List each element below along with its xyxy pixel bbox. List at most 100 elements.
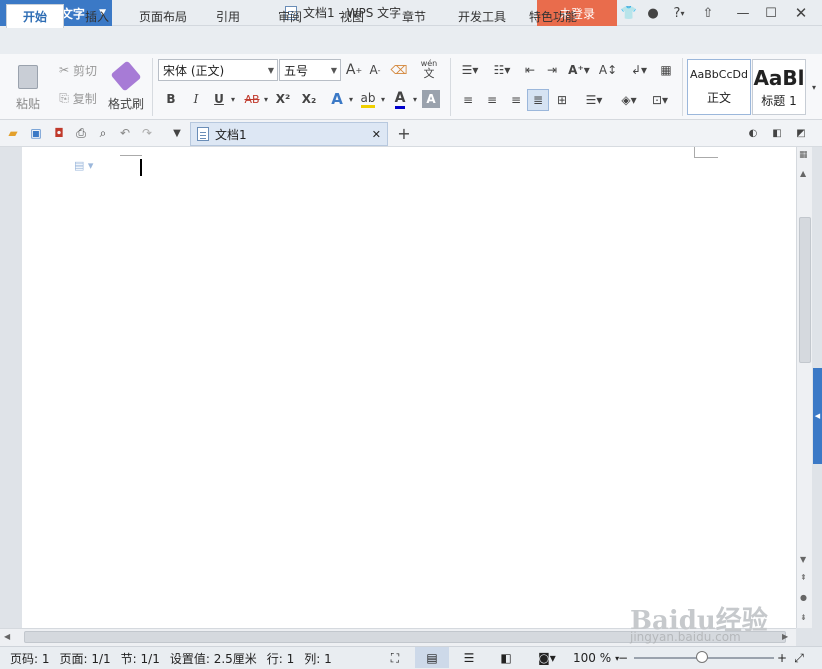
phonetic-guide-button[interactable]: wén 文 xyxy=(414,56,444,82)
align-right-icon[interactable]: ≡ xyxy=(506,90,526,110)
tab-view[interactable]: 视图 xyxy=(330,4,374,28)
paste-button[interactable]: 粘贴 xyxy=(10,60,46,116)
paragraph-spacing-icon[interactable]: ☰▾ xyxy=(580,90,608,110)
text-effect-icon[interactable]: A xyxy=(328,88,346,110)
tab-references[interactable]: 引用 xyxy=(206,4,250,28)
grow-font-icon[interactable]: A + xyxy=(344,60,364,80)
toolbar-expand-icon[interactable]: ⇧ xyxy=(699,4,717,22)
underline-button[interactable]: U xyxy=(210,88,228,110)
font-name-select[interactable]: 宋体 (正文) ▼ xyxy=(158,59,278,81)
scroll-left-icon[interactable]: ◀ xyxy=(4,632,14,642)
new-tab-icon[interactable]: + xyxy=(396,124,412,143)
clear-format-icon[interactable]: ⌫ xyxy=(389,60,409,80)
customize-toolbar-icon[interactable]: ▼ xyxy=(170,125,184,141)
superscript-button[interactable]: X² xyxy=(272,88,294,110)
help-button[interactable]: ? ▾ xyxy=(668,4,690,22)
fit-window-icon[interactable]: ⤢ xyxy=(792,649,806,667)
char-shading-icon[interactable]: A xyxy=(422,90,440,108)
show-marks-icon[interactable]: ↲▾ xyxy=(626,60,652,80)
format-painter-button[interactable]: 格式刷 xyxy=(104,60,148,116)
export-pdf-icon[interactable]: ◘ xyxy=(51,125,67,141)
subscript-button[interactable]: X₂ xyxy=(298,88,320,110)
align-left-icon[interactable]: ≡ xyxy=(458,90,478,110)
bullet-list-icon[interactable]: ☰▾ xyxy=(456,60,484,80)
browse-object-icon[interactable]: ● xyxy=(800,593,810,603)
close-button[interactable]: ✕ xyxy=(792,4,810,22)
style-normal[interactable]: AaBbCcDd 正文 xyxy=(687,59,751,115)
status-row[interactable]: 行: 1 xyxy=(267,650,295,667)
line-spacing-icon[interactable]: A↕ xyxy=(596,60,620,80)
tab-developer[interactable]: 开发工具 xyxy=(450,4,514,28)
strikethrough-dropdown[interactable]: ▾ xyxy=(262,88,270,110)
status-setting[interactable]: 设置值: 2.5厘米 xyxy=(170,650,257,667)
minimize-button[interactable]: — xyxy=(734,4,752,22)
fullscreen-icon[interactable]: ⛶ xyxy=(386,649,404,667)
tab-start[interactable]: 开始 xyxy=(6,4,64,28)
close-tab-icon[interactable]: ✕ xyxy=(372,128,381,141)
tab-insert[interactable]: 插入 xyxy=(72,4,122,28)
scroll-right-icon[interactable]: ▶ xyxy=(782,632,792,642)
document-page[interactable]: ▤ ▾ xyxy=(22,147,796,628)
scroll-down-icon[interactable]: ▼ xyxy=(800,555,810,565)
distribute-icon[interactable]: ⊞ xyxy=(552,90,572,110)
zoom-out-icon[interactable]: − xyxy=(617,649,629,667)
copy-button[interactable]: ⎘ 复制 xyxy=(54,88,102,108)
print-icon[interactable]: ⎙ xyxy=(73,125,89,141)
tab-review[interactable]: 审阅 xyxy=(268,4,312,28)
undo-icon[interactable]: ↶ xyxy=(117,125,133,141)
vertical-scrollbar[interactable]: ▦ ▲ ▼ ⇞ ● ⇟ xyxy=(796,147,812,628)
underline-dropdown[interactable]: ▾ xyxy=(228,88,238,110)
reading-mode-icon[interactable]: ◙▾ xyxy=(534,649,560,667)
prev-page-icon[interactable]: ⇞ xyxy=(800,573,810,583)
text-effect-dropdown[interactable]: ▾ xyxy=(346,88,356,110)
sync-icon[interactable]: ◐ xyxy=(746,125,760,141)
justify-icon[interactable]: ≣ xyxy=(527,89,549,111)
layout-icon[interactable]: ◩ xyxy=(794,125,808,141)
font-size-select[interactable]: 五号 ▼ xyxy=(279,59,341,81)
italic-button[interactable]: I xyxy=(187,88,205,110)
print-preview-icon[interactable]: ⌕ xyxy=(95,125,111,141)
increase-indent-icon[interactable]: ⇥ xyxy=(542,60,562,80)
maximize-button[interactable]: ☐ xyxy=(762,4,780,22)
styles-more-icon[interactable]: ▾ xyxy=(808,60,820,114)
skin-icon[interactable]: 👕 xyxy=(620,4,638,22)
borders-icon[interactable]: ⊡▾ xyxy=(646,90,674,110)
numbered-list-icon[interactable]: ☷▾ xyxy=(488,60,516,80)
highlight-icon[interactable]: ab xyxy=(358,88,378,110)
feedback-icon[interactable]: ● xyxy=(644,4,662,22)
highlight-dropdown[interactable]: ▾ xyxy=(378,88,388,110)
next-page-icon[interactable]: ⇟ xyxy=(800,613,810,623)
page-view-icon[interactable]: ▤ xyxy=(415,647,449,668)
tab-special-features[interactable]: 特色功能 xyxy=(522,4,584,28)
font-color-dropdown[interactable]: ▾ xyxy=(410,88,420,110)
status-page-num[interactable]: 页码: 1 xyxy=(10,650,50,667)
status-pages[interactable]: 页面: 1/1 xyxy=(60,650,111,667)
open-folder-icon[interactable]: ▰ xyxy=(5,125,21,141)
web-view-icon[interactable]: ◧ xyxy=(497,649,515,667)
tab-section[interactable]: 章节 xyxy=(392,4,436,28)
tab-page-layout[interactable]: 页面布局 xyxy=(132,4,194,28)
shrink-font-icon[interactable]: A- xyxy=(365,60,385,80)
shading-icon[interactable]: ◈▾ xyxy=(614,90,644,110)
split-icon[interactable]: ▦ xyxy=(799,150,811,162)
style-heading-1[interactable]: AaBl 标题 1 xyxy=(752,59,806,115)
decrease-indent-icon[interactable]: ⇤ xyxy=(520,60,540,80)
redo-icon[interactable]: ↷ xyxy=(139,125,155,141)
scroll-up-icon[interactable]: ▲ xyxy=(800,169,810,179)
document-tab[interactable]: 文档1 ✕ xyxy=(190,122,388,146)
zoom-slider-thumb[interactable] xyxy=(696,651,708,663)
bold-button[interactable]: B xyxy=(162,88,180,110)
font-color-icon[interactable]: A xyxy=(390,88,410,110)
paste-options-icon[interactable]: ▤ ▾ xyxy=(74,159,102,175)
side-panel-toggle[interactable]: ◀ xyxy=(813,368,822,464)
table-icon[interactable]: ▦ xyxy=(656,60,676,80)
scroll-thumb[interactable] xyxy=(799,217,811,363)
zoom-in-icon[interactable]: + xyxy=(776,649,788,667)
save-icon[interactable]: ▣ xyxy=(28,125,44,141)
share-icon[interactable]: ◧ xyxy=(770,125,784,141)
status-col[interactable]: 列: 1 xyxy=(304,650,332,667)
align-center-icon[interactable]: ≡ xyxy=(482,90,502,110)
change-case-icon[interactable]: A⁺▾ xyxy=(564,60,594,80)
outline-view-icon[interactable]: ☰ xyxy=(460,649,478,667)
cut-button[interactable]: ✂ 剪切 xyxy=(54,60,102,80)
